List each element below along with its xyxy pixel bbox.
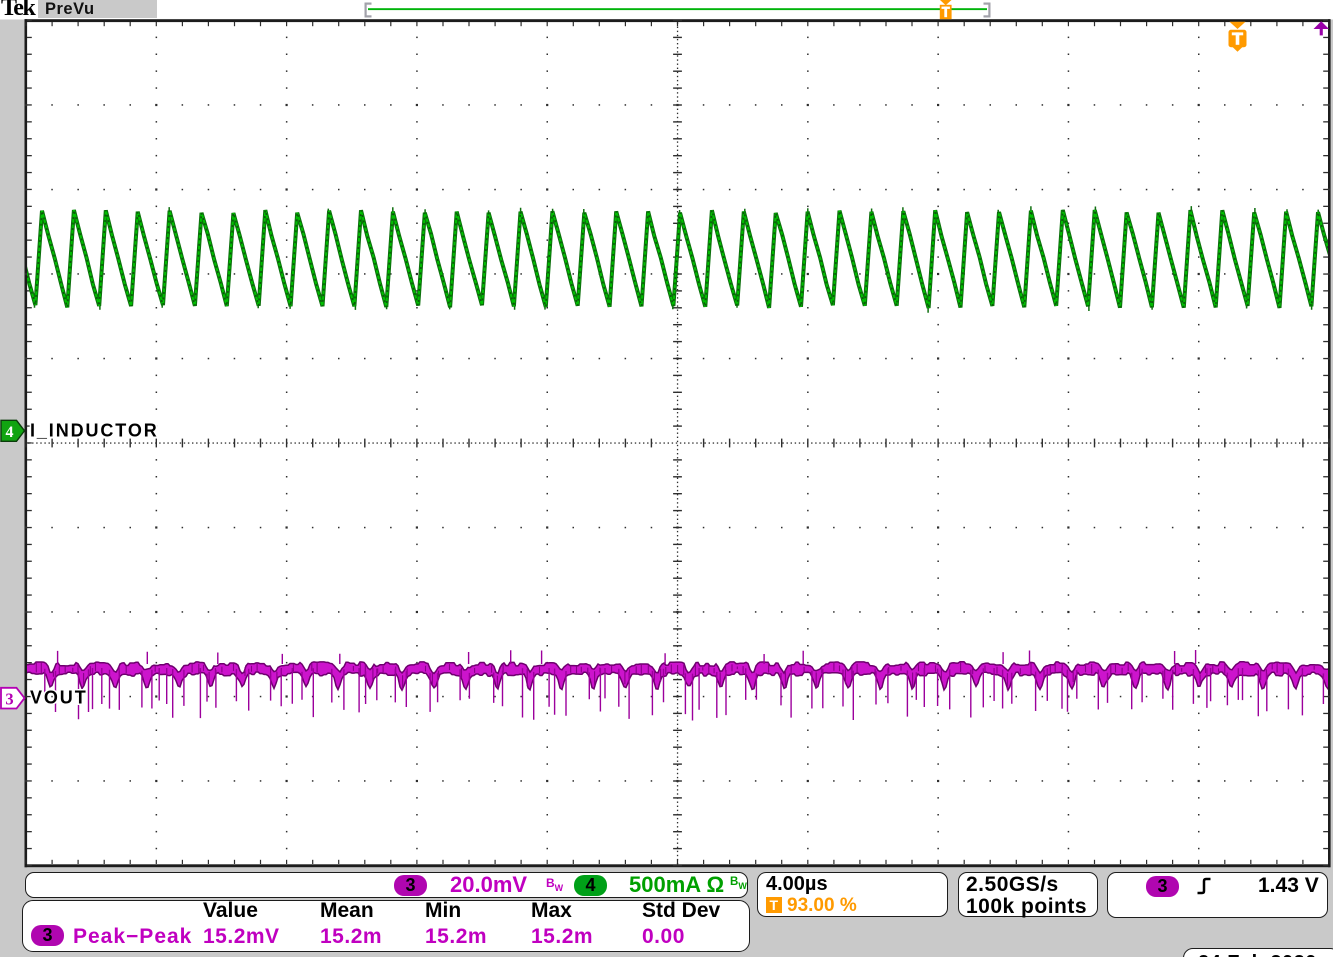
svg-text:3: 3: [5, 690, 13, 709]
svg-text:VOUT: VOUT: [30, 688, 88, 708]
svg-text:I_INDUCTOR: I_INDUCTOR: [30, 421, 159, 441]
svg-text:4: 4: [6, 424, 14, 441]
